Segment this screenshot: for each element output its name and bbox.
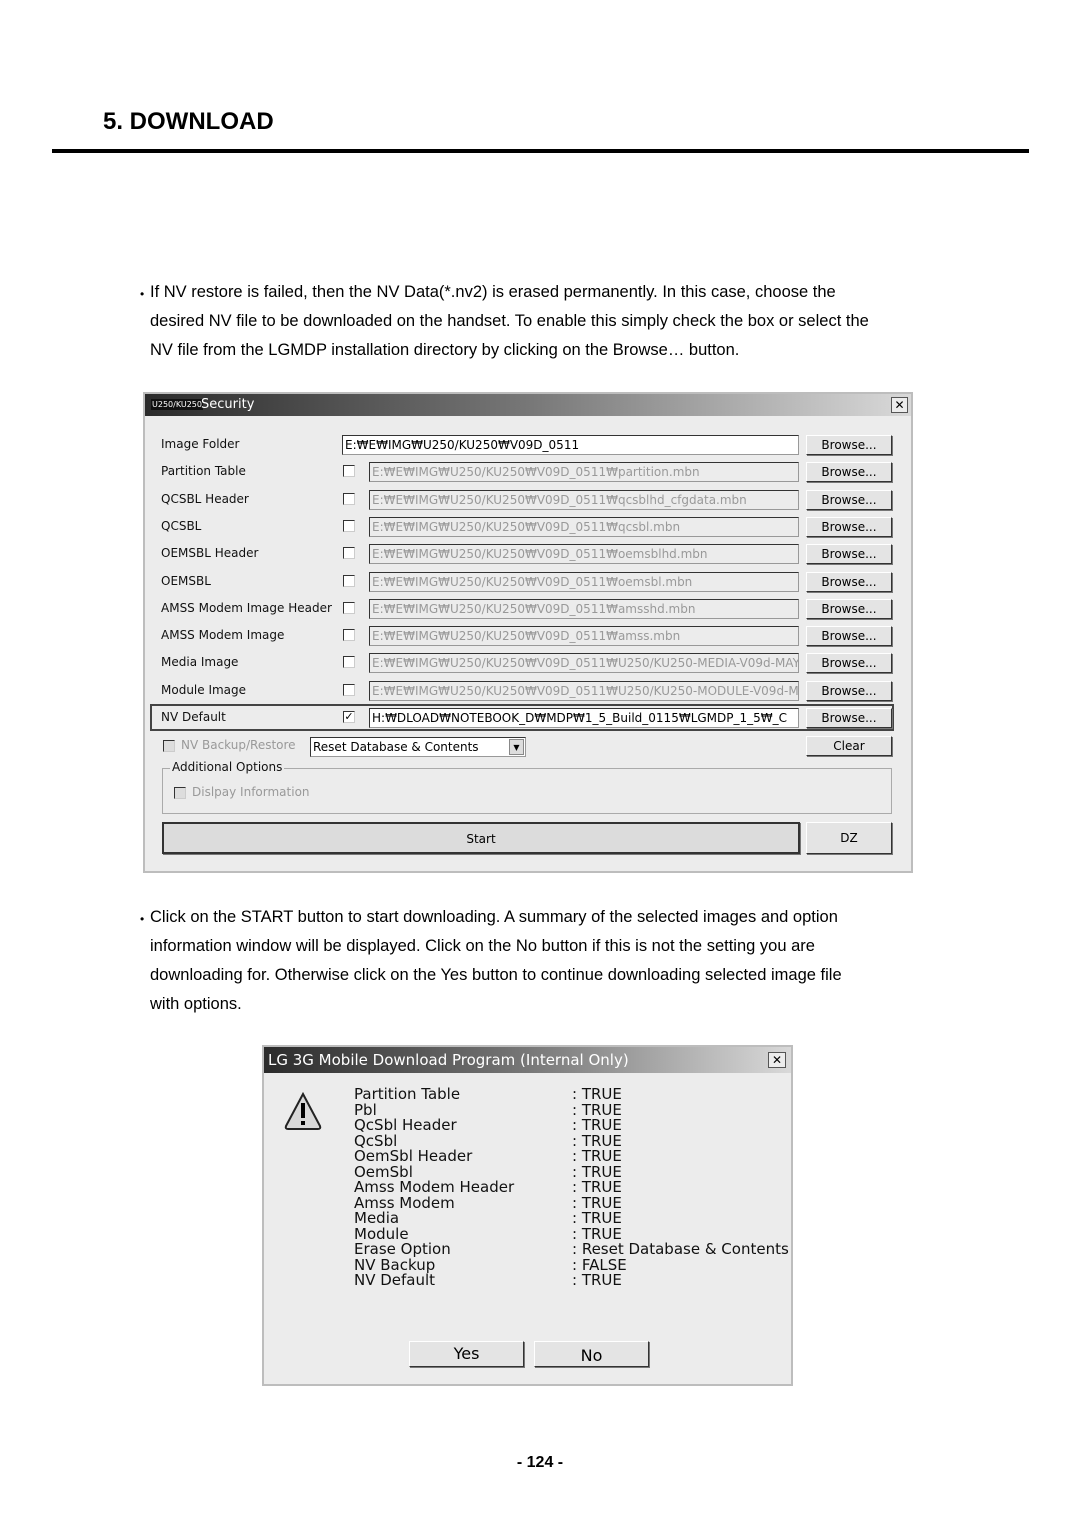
dialog-title: Security xyxy=(201,397,255,412)
browse-button[interactable]: Browse... xyxy=(806,517,892,537)
paragraph-1: • If NV restore is failed, then the NV D… xyxy=(140,278,960,365)
dz-button[interactable]: DZ xyxy=(806,822,892,854)
para-line: with options. xyxy=(150,995,242,1013)
yes-button[interactable]: Yes xyxy=(409,1341,524,1367)
para-line: Click on the START button to start downl… xyxy=(150,908,838,926)
row-checkbox[interactable] xyxy=(343,465,355,477)
para-line: If NV restore is failed, then the NV Dat… xyxy=(150,283,836,301)
row-label: NV Default xyxy=(161,710,226,724)
browse-button[interactable]: Browse... xyxy=(806,681,892,701)
erase-option-select[interactable]: Reset Database & Contents ▼ xyxy=(310,737,526,757)
row-path-input[interactable]: H:₩DLOAD₩NOTEBOOK_D₩MDP₩1_5_Build_0115₩L… xyxy=(369,708,799,728)
summary-value: : TRUE xyxy=(572,1271,622,1289)
bullet: • xyxy=(140,287,145,301)
browse-button[interactable]: Browse... xyxy=(806,544,892,564)
close-button[interactable]: ✕ xyxy=(768,1052,786,1068)
dialog-title: LG 3G Mobile Download Program (Internal … xyxy=(268,1051,629,1069)
browse-button[interactable]: Browse... xyxy=(806,599,892,619)
para-line: desired NV file to be downloaded on the … xyxy=(150,312,869,330)
row-checkbox[interactable] xyxy=(343,493,355,505)
browse-button[interactable]: Browse... xyxy=(806,462,892,482)
row-checkbox[interactable] xyxy=(343,547,355,559)
row-path-input[interactable]: E:₩E₩IMG₩U250/KU250₩V09D_0511₩amss.mbn xyxy=(369,626,799,646)
nv-backup-checkbox[interactable] xyxy=(163,740,175,752)
browse-button[interactable]: Browse... xyxy=(806,653,892,673)
row-path-input[interactable]: E:₩E₩IMG₩U250/KU250₩V09D_0511₩amsshd.mbn xyxy=(369,599,799,619)
page-number: - 124 - xyxy=(516,1454,564,1471)
para-line: downloading for. Otherwise click on the … xyxy=(150,966,842,984)
image-folder-label: Image Folder xyxy=(161,437,240,451)
row-label: OEMSBL Header xyxy=(161,546,259,560)
row-label: QCSBL xyxy=(161,519,202,533)
row-checkbox[interactable] xyxy=(343,575,355,587)
browse-button[interactable]: Browse... xyxy=(806,572,892,592)
row-checkbox[interactable]: ✓ xyxy=(343,711,355,723)
title-bar: LG 3G Mobile Download Program (Internal … xyxy=(264,1047,791,1073)
start-button[interactable]: Start xyxy=(162,822,800,854)
para-line: information window will be displayed. Cl… xyxy=(150,937,815,955)
row-path-input[interactable]: E:₩E₩IMG₩U250/KU250₩V09D_0511₩qcsblhd_cf… xyxy=(369,490,799,510)
erase-option-value: Reset Database & Contents xyxy=(313,740,479,754)
section-heading: 5. DOWNLOAD xyxy=(103,108,274,135)
chevron-down-icon[interactable]: ▼ xyxy=(509,739,524,755)
row-label: OEMSBL xyxy=(161,574,211,588)
display-info-checkbox[interactable] xyxy=(174,787,186,799)
row-label: AMSS Modem Image xyxy=(161,628,285,642)
paragraph-2: • Click on the START button to start dow… xyxy=(140,903,960,1019)
close-button[interactable]: ✕ xyxy=(891,397,908,413)
row-checkbox[interactable] xyxy=(343,520,355,532)
title-bar: U250/KU250 Security ✕ xyxy=(145,394,911,416)
browse-button[interactable]: Browse... xyxy=(806,708,892,728)
display-info-label: Dislpay Information xyxy=(192,785,310,799)
para-line: NV file from the LGMDP installation dire… xyxy=(150,341,740,359)
summary-dialog: LG 3G Mobile Download Program (Internal … xyxy=(262,1045,793,1386)
row-path-input[interactable]: E:₩E₩IMG₩U250/KU250₩V09D_0511₩oemsbl.mbn xyxy=(369,572,799,592)
row-path-input[interactable]: E:₩E₩IMG₩U250/KU250₩V09D_0511₩oemsblhd.m… xyxy=(369,544,799,564)
browse-button[interactable]: Browse... xyxy=(806,435,892,455)
clear-button[interactable]: Clear xyxy=(806,736,892,756)
warning-icon xyxy=(284,1091,322,1130)
row-checkbox[interactable] xyxy=(343,656,355,668)
row-path-input[interactable]: E:₩E₩IMG₩U250/KU250₩V09D_0511₩qcsbl.mbn xyxy=(369,517,799,537)
row-path-input[interactable]: E:₩E₩IMG₩U250/KU250₩V09D_0511₩partition.… xyxy=(369,462,799,482)
browse-button[interactable]: Browse... xyxy=(806,490,892,510)
title-prefix: U250/KU250 xyxy=(151,399,203,410)
heading-rule xyxy=(52,149,1029,153)
row-label: Partition Table xyxy=(161,464,246,478)
row-checkbox[interactable] xyxy=(343,602,355,614)
row-checkbox[interactable] xyxy=(343,684,355,696)
row-label: Module Image xyxy=(161,683,247,697)
row-label: AMSS Modem Image Header xyxy=(161,601,332,615)
additional-options-label: Additional Options xyxy=(170,760,285,774)
row-label: QCSBL Header xyxy=(161,492,249,506)
nv-backup-label: NV Backup/Restore xyxy=(181,738,296,752)
security-dialog: U250/KU250 Security ✕ Image Folder E:₩E₩I… xyxy=(143,392,913,873)
row-checkbox[interactable] xyxy=(343,629,355,641)
no-button[interactable]: No xyxy=(534,1341,649,1367)
row-path-input[interactable]: E:₩E₩IMG₩U250/KU250₩V09D_0511₩U250/KU250… xyxy=(369,681,799,701)
row-label: Media Image xyxy=(161,655,239,669)
image-folder-input[interactable]: E:₩E₩IMG₩U250/KU250₩V09D_0511 xyxy=(342,435,799,455)
bullet: • xyxy=(140,912,145,926)
summary-key: NV Default xyxy=(354,1271,436,1289)
row-path-input[interactable]: E:₩E₩IMG₩U250/KU250₩V09D_0511₩U250/KU250… xyxy=(369,653,799,673)
browse-button[interactable]: Browse... xyxy=(806,626,892,646)
